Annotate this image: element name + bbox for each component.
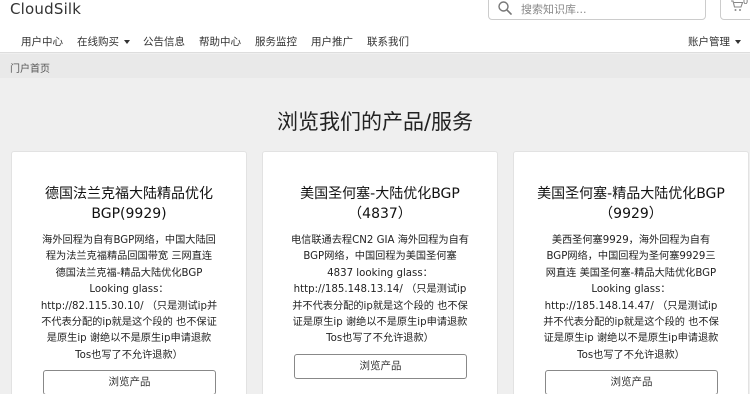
breadcrumb-home[interactable]: 门户首页 [10,60,50,75]
search-icon [498,1,512,15]
page-title: 浏览我们的产品/服务 [276,110,474,134]
cart-count: 0 [743,0,749,6]
chevron-down-icon [735,40,741,44]
chevron-down-icon [124,40,130,44]
browse-products-button[interactable]: 浏览产品 [294,354,467,379]
nav-help-center[interactable]: 帮助中心 [199,34,241,49]
nav-service-monitor[interactable]: 服务监控 [255,34,297,49]
nav-contact-us[interactable]: 联系我们 [367,34,409,49]
product-title: 美国圣何塞-大陆优化BGP（4837） [300,186,460,222]
browse-products-button[interactable]: 浏览产品 [43,370,216,394]
product-card: 美国圣何塞-精品大陆优化BGP（9929） 美西圣何塞9929，海外回程为自有B… [513,151,749,394]
nav-user-center[interactable]: 用户中心 [21,34,63,49]
nav-affiliates[interactable]: 用户推广 [311,34,353,49]
product-description: 海外回程为自有BGP网络，中国大陆回程为法兰克福精品回国带宽 三网直连 德国法兰… [40,235,218,361]
product-description: 电信联通去程CN2 GIA 海外回程为自有BGP网络，中国回程为美国圣何塞483… [291,235,469,345]
search-input[interactable]: 搜索知识库... [488,0,706,20]
nav-account-menu[interactable]: 账户管理 [688,34,741,49]
nav-buy-online-label: 在线购买 [77,36,119,48]
brand-logo[interactable]: CloudSilk [10,0,81,18]
breadcrumb: 门户首页 [0,54,750,78]
main-nav: 用户中心 在线购买 公告信息 帮助中心 服务监控 用户推广 联系我们 账户管理 [0,31,750,51]
nav-account-label: 账户管理 [688,36,730,48]
product-title: 美国圣何塞-精品大陆优化BGP（9929） [537,186,725,222]
product-card: 美国圣何塞-大陆优化BGP（4837） 电信联通去程CN2 GIA 海外回程为自… [262,151,498,394]
nav-announcements[interactable]: 公告信息 [143,34,185,49]
product-description: 美西圣何塞9929，海外回程为自有BGP网络，中国回程为圣何塞9929三网直连 … [543,235,719,361]
nav-buy-online[interactable]: 在线购买 [77,34,130,49]
product-card: 德国法兰克福大陆精品优化BGP(9929) 海外回程为自有BGP网络，中国大陆回… [11,151,247,394]
top-header: CloudSilk 搜索知识库... 0 用户中心 在线购买 公告信息 帮助中心… [0,0,750,53]
cart-button[interactable]: 0 [720,0,750,20]
search-placeholder: 搜索知识库... [521,3,587,16]
browse-products-button[interactable]: 浏览产品 [545,370,718,394]
product-title: 德国法兰克福大陆精品优化BGP(9929) [45,186,213,222]
cart-icon [731,0,744,11]
